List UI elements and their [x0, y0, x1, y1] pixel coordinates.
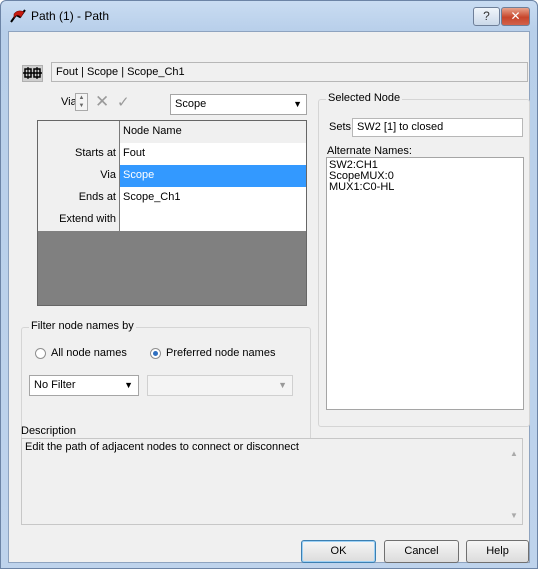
table-row[interactable]: Ends at Scope_Ch1: [38, 187, 306, 209]
description-label: Description: [21, 425, 77, 437]
grid-header-row: Node Name: [38, 121, 306, 143]
path-app-icon: [10, 9, 26, 23]
node-cell[interactable]: Fout: [120, 143, 306, 165]
via-spinner[interactable]: ▲ ▼: [75, 93, 88, 111]
close-button[interactable]: ✕: [501, 7, 530, 26]
column-header-node-name: Node Name: [120, 121, 306, 143]
dialog-window: Path (1) - Path ? ✕ Fout | Scope | Scope…: [0, 0, 538, 569]
selected-node-title: Selected Node: [326, 92, 403, 104]
node-cell-selected[interactable]: Scope: [120, 165, 306, 187]
description-scrollbar[interactable]: ▲ ▼: [505, 439, 522, 524]
node-combo-value: Scope: [175, 98, 207, 110]
sets-field: SW2 [1] to closed: [352, 118, 523, 137]
path-node-icon: [22, 65, 43, 82]
row-label: Extend with: [38, 209, 120, 231]
path-display-field: Fout | Scope | Scope_Ch1: [51, 62, 528, 82]
table-row[interactable]: Extend with: [38, 209, 306, 231]
description-box: Edit the path of adjacent nodes to conne…: [21, 438, 523, 525]
delete-icon[interactable]: ✕: [95, 92, 109, 112]
alternate-names-label: Alternate Names:: [327, 145, 412, 157]
dialog-client: Fout | Scope | Scope_Ch1 Via ▲ ▼ ✕ ✓ Sco…: [8, 31, 530, 563]
row-label: Via: [38, 165, 120, 187]
preferred-node-names-label[interactable]: Preferred node names: [166, 347, 275, 359]
node-cell[interactable]: [120, 209, 306, 231]
description-text: Edit the path of adjacent nodes to conne…: [25, 441, 299, 453]
grid-corner: [38, 121, 120, 143]
title-help-button[interactable]: ?: [473, 7, 500, 26]
accept-check-icon[interactable]: ✓: [117, 93, 130, 111]
filter-select[interactable]: No Filter ▼: [29, 375, 139, 396]
spin-up-icon[interactable]: ▲: [76, 94, 87, 102]
window-title: Path (1) - Path: [31, 9, 110, 23]
row-label: Starts at: [38, 143, 120, 165]
ok-button[interactable]: OK: [301, 540, 376, 563]
cancel-button[interactable]: Cancel: [384, 540, 459, 563]
alternate-names-list[interactable]: SW2:CH1 ScopeMUX:0 MUX1:C0-HL: [326, 157, 524, 410]
all-node-names-radio[interactable]: [35, 348, 46, 359]
row-label: Ends at: [38, 187, 120, 209]
filter-value-select[interactable]: ▼: [147, 375, 293, 396]
list-item[interactable]: MUX1:C0-HL: [329, 182, 521, 193]
chevron-down-icon[interactable]: ▼: [293, 98, 302, 111]
spin-down-icon[interactable]: ▼: [76, 102, 87, 110]
title-bar[interactable]: Path (1) - Path ? ✕: [1, 1, 537, 31]
all-node-names-label[interactable]: All node names: [51, 347, 127, 359]
chevron-down-icon[interactable]: ▼: [124, 379, 133, 392]
preferred-node-names-radio[interactable]: [150, 348, 161, 359]
help-button[interactable]: Help: [466, 540, 529, 563]
table-row[interactable]: Via Scope: [38, 165, 306, 187]
node-cell[interactable]: Scope_Ch1: [120, 187, 306, 209]
filter-select-value: No Filter: [34, 379, 76, 391]
node-grid: Node Name Starts at Fout Via Scope Ends …: [37, 120, 307, 306]
table-row[interactable]: Starts at Fout: [38, 143, 306, 165]
node-combo[interactable]: Scope ▼: [170, 94, 307, 115]
sets-label: Sets: [329, 121, 352, 133]
scroll-down-icon[interactable]: ▼: [510, 509, 518, 522]
scroll-up-icon[interactable]: ▲: [510, 447, 518, 460]
filter-group-title: Filter node names by: [29, 320, 136, 332]
chevron-down-icon[interactable]: ▼: [278, 379, 287, 392]
